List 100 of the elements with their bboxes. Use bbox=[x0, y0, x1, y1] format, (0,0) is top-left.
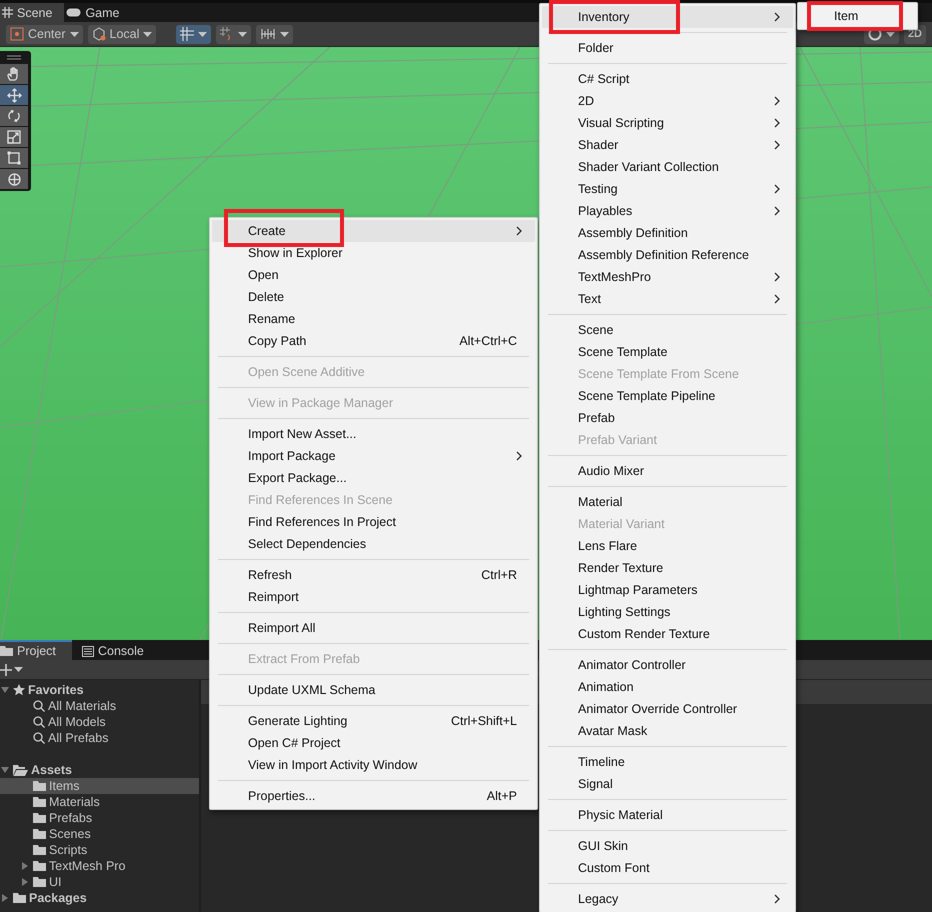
menu-item[interactable]: Animation bbox=[542, 676, 793, 698]
menu-item[interactable]: Import New Asset... bbox=[212, 423, 535, 445]
tree-item[interactable]: Prefabs bbox=[0, 810, 199, 826]
menu-item[interactable]: Inventory bbox=[542, 6, 793, 28]
menu-item[interactable]: Timeline bbox=[542, 751, 793, 773]
scene-tab[interactable]: Scene bbox=[0, 3, 64, 22]
collapsed-arrow-icon[interactable] bbox=[0, 893, 10, 903]
menu-item[interactable]: Generate Lighting Ctrl+Shift+L bbox=[212, 710, 535, 732]
panel-tab[interactable]: Project bbox=[0, 640, 72, 660]
menu-item[interactable]: TextMeshPro bbox=[542, 266, 793, 288]
folder-icon bbox=[33, 845, 46, 855]
menu-item[interactable]: Show in Explorer bbox=[212, 242, 535, 264]
menu-item[interactable]: Assembly Definition Reference bbox=[542, 244, 793, 266]
menu-item[interactable]: View in Import Activity Window bbox=[212, 754, 535, 776]
transform-icon bbox=[6, 172, 22, 186]
expanded-arrow-icon[interactable] bbox=[0, 685, 10, 695]
menu-item[interactable]: C# Script bbox=[542, 68, 793, 90]
pivot-icon bbox=[10, 27, 24, 41]
tree-item[interactable]: UI bbox=[0, 874, 199, 890]
menu-item[interactable]: Visual Scripting bbox=[542, 112, 793, 134]
ruler-button[interactable] bbox=[256, 24, 294, 44]
folder-icon bbox=[13, 893, 26, 903]
menu-item[interactable]: Import Package bbox=[212, 445, 535, 467]
menu-item[interactable]: Avatar Mask bbox=[542, 720, 793, 742]
menu-item[interactable]: Copy Path Alt+Ctrl+C bbox=[212, 330, 535, 352]
menu-item[interactable]: Legacy bbox=[542, 888, 793, 910]
snap-increment-button[interactable] bbox=[216, 24, 252, 44]
tree-item[interactable]: Items bbox=[0, 778, 199, 794]
menu-item[interactable]: Open bbox=[212, 264, 535, 286]
menu-item[interactable]: Select Dependencies bbox=[212, 533, 535, 555]
tree-item[interactable]: All Prefabs bbox=[0, 730, 199, 746]
tree-item[interactable]: Scenes bbox=[0, 826, 199, 842]
tool-button[interactable] bbox=[0, 64, 28, 84]
menu-item[interactable]: Create bbox=[212, 220, 535, 242]
tree-item[interactable]: TextMesh Pro bbox=[0, 858, 199, 874]
menu-item[interactable]: Rename bbox=[212, 308, 535, 330]
shortcut-label: Ctrl+R bbox=[481, 568, 517, 582]
search-icon bbox=[33, 716, 45, 728]
menu-item[interactable]: Lens Flare bbox=[542, 535, 793, 557]
menu-item[interactable]: Lightmap Parameters bbox=[542, 579, 793, 601]
menu-item[interactable]: Material bbox=[542, 491, 793, 513]
tool-button[interactable] bbox=[0, 148, 28, 168]
menu-item[interactable]: 2D bbox=[542, 90, 793, 112]
menu-item[interactable]: Export Package... bbox=[212, 467, 535, 489]
add-button[interactable] bbox=[0, 664, 23, 676]
folder-icon bbox=[33, 877, 46, 887]
tree-item[interactable]: Packages bbox=[0, 890, 199, 906]
menu-item[interactable]: Animator Override Controller bbox=[542, 698, 793, 720]
menu-item[interactable]: Scene Template Pipeline bbox=[542, 385, 793, 407]
folder-icon bbox=[33, 813, 46, 823]
tree-item[interactable]: All Materials bbox=[0, 698, 199, 714]
menu-item[interactable]: Lighting Settings bbox=[542, 601, 793, 623]
tool-button[interactable] bbox=[0, 85, 28, 105]
menu-item[interactable]: GUI Skin bbox=[542, 835, 793, 857]
gamepad-icon bbox=[66, 8, 82, 17]
menu-item[interactable]: Testing bbox=[542, 178, 793, 200]
menu-item[interactable]: Playables bbox=[542, 200, 793, 222]
menu-item[interactable]: Custom Render Texture bbox=[542, 623, 793, 645]
caret-icon bbox=[143, 32, 152, 36]
folder-icon bbox=[33, 781, 46, 791]
collapsed-arrow-icon[interactable] bbox=[20, 877, 30, 887]
tree-item[interactable]: All Models bbox=[0, 714, 199, 730]
tool-button[interactable] bbox=[0, 127, 28, 147]
scene-tab[interactable]: Game bbox=[64, 3, 132, 22]
tree-item[interactable]: Favorites bbox=[0, 682, 199, 698]
space-dropdown[interactable]: Local bbox=[88, 24, 156, 44]
pivot-dropdown[interactable]: Center bbox=[6, 24, 83, 44]
menu-item[interactable]: Refresh Ctrl+R bbox=[212, 564, 535, 586]
menu-item[interactable]: Assembly Definition bbox=[542, 222, 793, 244]
menu-item[interactable]: Folder bbox=[542, 37, 793, 59]
menu-item[interactable]: Shader Variant Collection bbox=[542, 156, 793, 178]
folder-icon bbox=[0, 646, 13, 656]
tree-item[interactable]: Scripts bbox=[0, 842, 199, 858]
menu-item[interactable]: Audio Mixer bbox=[542, 460, 793, 482]
menu-item[interactable]: Text bbox=[542, 288, 793, 310]
menu-item[interactable]: Delete bbox=[212, 286, 535, 308]
expanded-arrow-icon[interactable] bbox=[0, 765, 10, 775]
panel-tab[interactable]: Console bbox=[72, 640, 158, 660]
menu-item[interactable]: Physic Material bbox=[542, 804, 793, 826]
tree-item[interactable]: Materials bbox=[0, 794, 199, 810]
menu-item[interactable]: Reimport bbox=[212, 586, 535, 608]
tree-item[interactable]: Assets bbox=[0, 762, 199, 778]
menu-item[interactable]: Properties... Alt+P bbox=[212, 785, 535, 807]
menu-item[interactable]: Signal bbox=[542, 773, 793, 795]
menu-item[interactable]: Scene bbox=[542, 319, 793, 341]
menu-item[interactable]: Scene Template bbox=[542, 341, 793, 363]
menu-item[interactable]: Render Texture bbox=[542, 557, 793, 579]
menu-item[interactable]: Animator Controller bbox=[542, 654, 793, 676]
grid-snap-button[interactable] bbox=[176, 24, 212, 44]
tool-button[interactable] bbox=[0, 169, 28, 189]
menu-item[interactable]: Find References In Project bbox=[212, 511, 535, 533]
menu-item[interactable]: Update UXML Schema bbox=[212, 679, 535, 701]
move-icon bbox=[6, 88, 22, 102]
menu-item[interactable]: Prefab bbox=[542, 407, 793, 429]
menu-item[interactable]: Open C# Project bbox=[212, 732, 535, 754]
collapsed-arrow-icon[interactable] bbox=[20, 861, 30, 871]
tool-button[interactable] bbox=[0, 106, 28, 126]
menu-item[interactable]: Shader bbox=[542, 134, 793, 156]
menu-item[interactable]: Custom Font bbox=[542, 857, 793, 879]
menu-item[interactable]: Reimport All bbox=[212, 617, 535, 639]
